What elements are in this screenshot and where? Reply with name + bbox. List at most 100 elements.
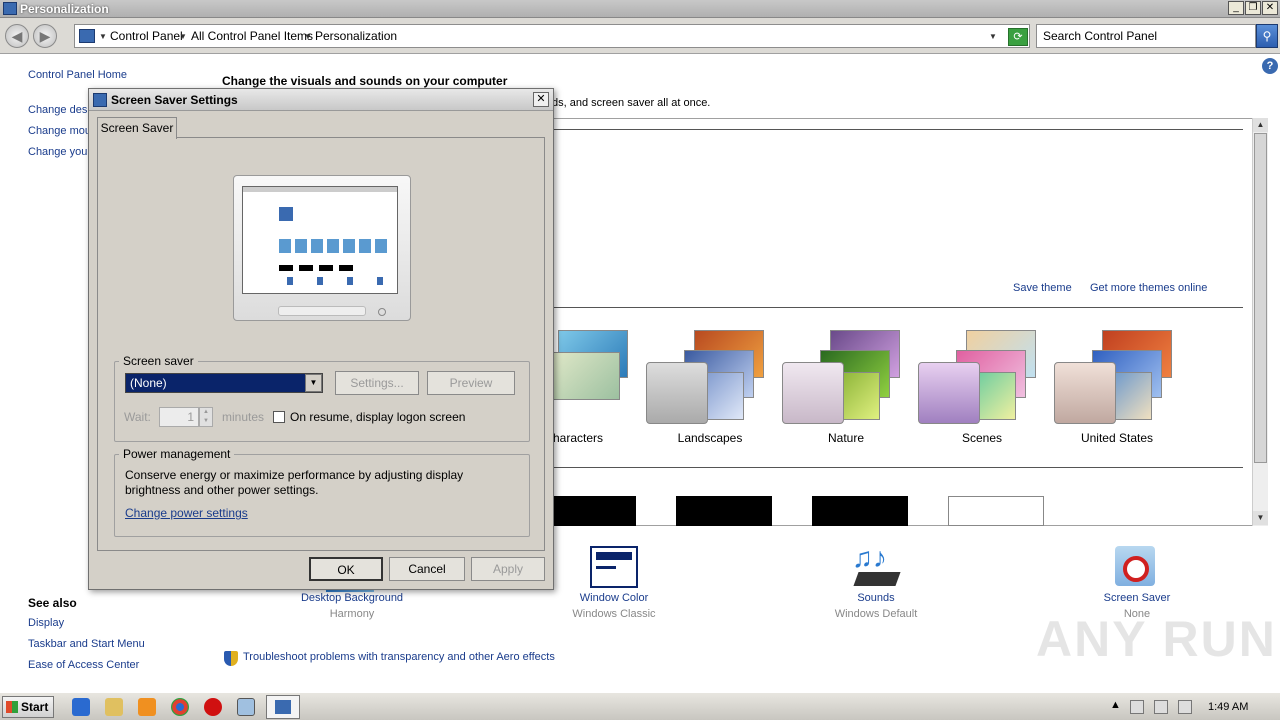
screen-saver-label[interactable]: Screen Saver	[1067, 592, 1207, 604]
theme-preview-frame	[1054, 362, 1116, 424]
desktop-background-value: Harmony	[329, 608, 375, 620]
close-window-button[interactable]: ✕	[1262, 1, 1278, 15]
power-description: Conserve energy or maximize performance …	[125, 468, 464, 497]
control-panel-home-link[interactable]: Control Panel Home	[28, 69, 127, 81]
desktop-background-label[interactable]: Desktop Background	[282, 592, 422, 604]
wait-minutes-input[interactable]: 1	[159, 407, 199, 427]
windows-logo-icon	[6, 701, 18, 713]
theme-image	[550, 352, 620, 400]
window-color-value: Windows Classic	[572, 608, 656, 620]
media-player-icon[interactable]	[138, 698, 156, 716]
scroll-down-icon[interactable]: ▼	[1253, 511, 1268, 525]
chrome-icon[interactable]	[171, 698, 189, 716]
forward-button[interactable]: ▶	[33, 24, 57, 48]
screen-saver-item[interactable]: Screen Saver None	[1067, 540, 1207, 620]
personalization-taskbar-icon	[275, 700, 291, 714]
basic-theme-thumb[interactable]	[948, 496, 1044, 526]
window-titlebar: Personalization _ ❐ ✕	[0, 0, 1280, 18]
taskbar-personalization-button[interactable]	[266, 695, 300, 719]
theme-list: Save theme Get more themes online	[548, 118, 1268, 526]
explorer-folder-icon[interactable]	[105, 698, 123, 716]
tab-screen-saver[interactable]: Screen Saver	[97, 117, 177, 139]
window-color-label[interactable]: Window Color	[544, 592, 684, 604]
opera-icon[interactable]	[204, 698, 222, 716]
crumb-control-panel[interactable]: Control Panel	[110, 29, 183, 43]
screen-saver-select[interactable]: (None)	[125, 373, 323, 393]
theme-name: Nature	[827, 431, 865, 445]
theme-name: Scenes	[961, 431, 1003, 445]
page-title: Change the visuals and sounds on your co…	[222, 74, 508, 88]
screen-saver-app-icon	[93, 93, 107, 107]
screen-saver-group-label: Screen saver	[123, 354, 194, 368]
scroll-thumb[interactable]	[1254, 133, 1267, 463]
back-button[interactable]: ◀	[5, 24, 29, 48]
taskbar: Start ▲ 1:49 AM	[0, 692, 1280, 720]
personalization-app-icon	[3, 2, 17, 15]
dialog-close-button[interactable]: ✕	[533, 92, 549, 107]
get-more-themes-link[interactable]: Get more themes online	[1090, 282, 1207, 294]
show-hidden-icons-icon[interactable]: ▲	[1110, 699, 1121, 711]
ok-button[interactable]: OK	[309, 557, 383, 581]
clock[interactable]: 1:49 AM	[1208, 701, 1248, 713]
basic-theme-thumb[interactable]	[676, 496, 772, 526]
basic-theme-thumb[interactable]	[540, 496, 636, 526]
preview-screen	[242, 186, 398, 294]
theme-scenes[interactable]	[918, 328, 1038, 424]
divider	[553, 307, 1243, 308]
change-power-settings-link[interactable]: Change power settings	[125, 506, 248, 520]
help-icon[interactable]: ?	[1262, 58, 1278, 74]
remote-desktop-icon[interactable]	[237, 698, 255, 716]
sounds-value: Windows Default	[834, 608, 918, 620]
theme-list-scrollbar[interactable]: ▲ ▼	[1252, 118, 1268, 526]
preview-button[interactable]: Preview	[427, 371, 515, 395]
basic-theme-thumb[interactable]	[812, 496, 908, 526]
save-theme-link[interactable]: Save theme	[1013, 282, 1072, 294]
start-label: Start	[21, 700, 49, 714]
start-button[interactable]: Start	[2, 696, 54, 718]
theme-name: Landscapes	[677, 431, 743, 445]
network-icon[interactable]	[1130, 700, 1144, 714]
scroll-up-icon[interactable]: ▲	[1253, 118, 1268, 132]
breadcrumb[interactable]: ▼ Control Panel ▼ All Control Panel Item…	[74, 24, 1030, 48]
internet-explorer-icon[interactable]	[72, 698, 90, 716]
display-link[interactable]: Display	[28, 617, 64, 629]
sounds-label[interactable]: Sounds	[806, 592, 946, 604]
action-center-flag-icon[interactable]	[1178, 700, 1192, 714]
monitor-stand	[278, 306, 366, 316]
settings-button[interactable]: Settings...	[335, 371, 419, 395]
chevron-down-icon[interactable]: ▼	[304, 32, 312, 41]
theme-landscapes[interactable]	[646, 328, 766, 424]
cancel-button[interactable]: Cancel	[389, 557, 465, 581]
chevron-down-icon[interactable]: ▼	[99, 32, 107, 41]
address-dropdown-icon[interactable]: ▼	[989, 32, 997, 41]
volume-icon[interactable]	[1154, 700, 1168, 714]
search-input[interactable]: Search Control Panel	[1036, 24, 1256, 48]
window-title: Personalization	[20, 2, 109, 16]
address-toolbar: ◀ ▶ ▼ Control Panel ▼ All Control Panel …	[0, 18, 1280, 54]
theme-nature[interactable]	[782, 328, 902, 424]
taskbar-start-menu-link[interactable]: Taskbar and Start Menu	[28, 638, 145, 650]
power-management-label: Power management	[123, 447, 231, 461]
dialog-titlebar[interactable]: Screen Saver Settings ✕	[89, 89, 553, 111]
minimize-button[interactable]: _	[1228, 1, 1244, 15]
wait-spinner[interactable]: ▲ ▼	[199, 407, 213, 427]
logon-screen-checkbox[interactable]	[273, 411, 285, 423]
window-color-icon	[590, 546, 638, 588]
logon-screen-label[interactable]: On resume, display logon screen	[290, 410, 465, 424]
window-color-item[interactable]: Window Color Windows Classic	[544, 540, 684, 620]
control-panel-icon	[79, 29, 95, 43]
chevron-down-icon[interactable]: ▼	[179, 32, 187, 41]
theme-preview-frame	[782, 362, 844, 424]
troubleshoot-link[interactable]: Troubleshoot problems with transparency …	[243, 651, 555, 663]
apply-button[interactable]: Apply	[471, 557, 545, 581]
sounds-icon: ♫♪	[852, 542, 887, 573]
crumb-personalization[interactable]: Personalization	[315, 29, 397, 43]
theme-united-states[interactable]	[1054, 328, 1174, 424]
crumb-all-items[interactable]: All Control Panel Items	[191, 29, 313, 43]
refresh-icon[interactable]: ⟳	[1008, 28, 1028, 46]
sounds-item[interactable]: ♫♪ Sounds Windows Default	[806, 540, 946, 621]
ease-of-access-link[interactable]: Ease of Access Center	[28, 659, 139, 671]
search-icon[interactable]: ⚲	[1256, 24, 1278, 48]
restore-button[interactable]: ❐	[1245, 1, 1261, 15]
chevron-down-icon[interactable]: ▼	[305, 374, 322, 392]
